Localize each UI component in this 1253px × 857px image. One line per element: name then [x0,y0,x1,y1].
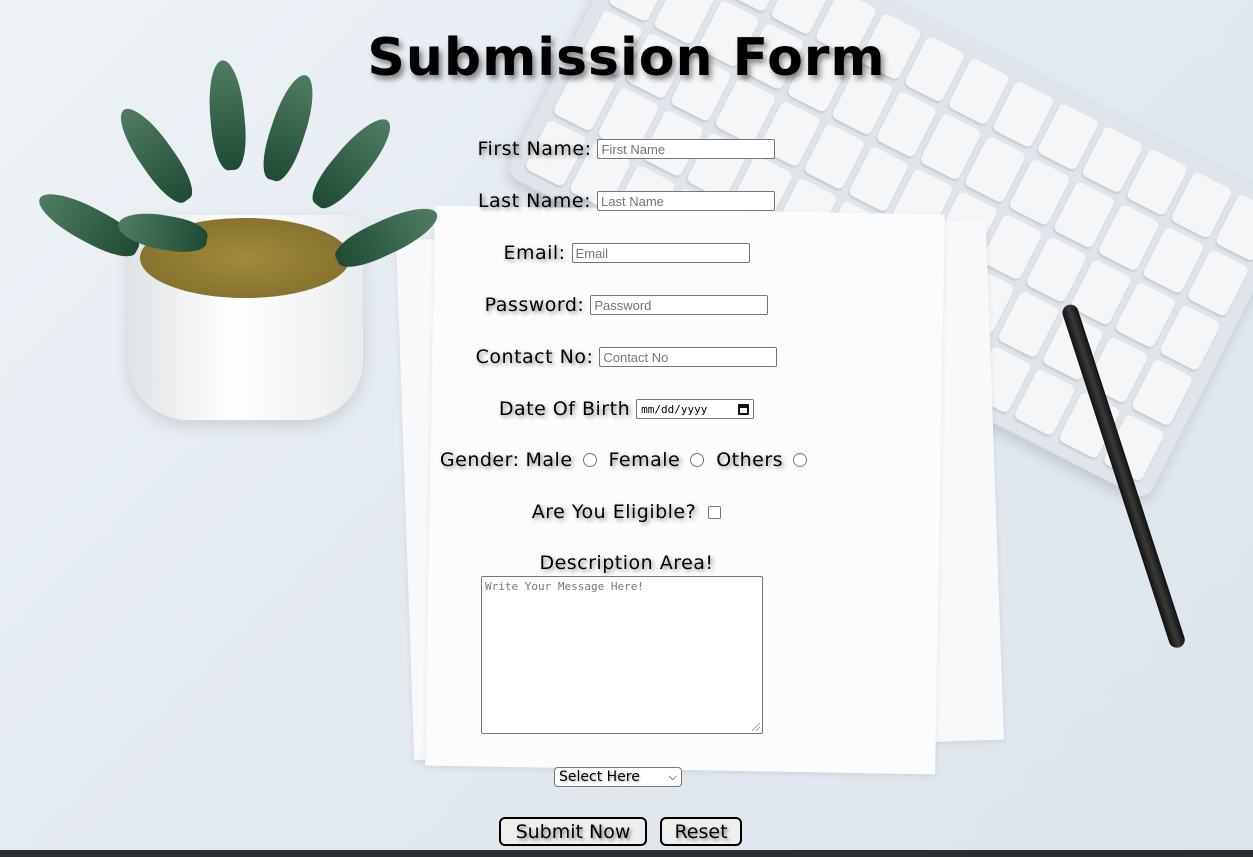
eligible-checkbox[interactable] [708,505,722,519]
description-label: Description Area! [539,552,714,574]
dob-placeholder: mm/dd/yyyy [641,402,708,416]
gender-option-others-label: Others [716,449,784,471]
gender-others-radio[interactable] [793,453,808,467]
gender-male-radio[interactable] [582,453,597,467]
gender-option-female-label: Female [608,449,681,471]
email-row: Email: [0,242,1253,264]
description-placeholder: Write Your Message Here! [485,580,644,593]
calendar-icon[interactable] [738,403,750,415]
eligible-row: Are You Eligible? [0,501,1253,523]
gender-label: Gender: [439,449,520,471]
contact-label: Contact No: [475,346,594,368]
options-select[interactable]: Select Here ⌵ [554,767,682,787]
contact-row: Contact No: [0,346,1253,368]
dob-row: Date Of Birth mm/dd/yyyy [0,398,1253,420]
first-name-label: First Name: [477,138,592,160]
contact-input[interactable] [599,347,778,367]
page-title: Submission Form [367,28,886,88]
last-name-row: Last Name: [0,190,1253,212]
gender-option-male-label: Male [525,449,573,471]
description-textarea[interactable]: Write Your Message Here! [481,576,763,734]
submission-form: Submission Form First Name: Last Name: E… [0,0,1253,857]
email-label: Email: [503,242,566,264]
email-input[interactable] [571,243,750,263]
first-name-row: First Name: [0,138,1253,160]
first-name-input[interactable] [597,139,776,159]
gender-row: Gender: Male Female Others [0,449,1253,471]
reset-button[interactable]: Reset [660,817,742,846]
chevron-down-icon: ⌵ [668,770,677,783]
dob-input[interactable]: mm/dd/yyyy [636,399,755,419]
eligible-label: Are You Eligible? [531,501,697,523]
dob-label: Date Of Birth [498,398,631,420]
gender-female-radio[interactable] [690,453,705,467]
password-row: Password: [0,294,1253,316]
password-label: Password: [484,294,585,316]
description-row: Description Area! [0,552,1253,574]
last-name-label: Last Name: [477,190,592,212]
resize-handle[interactable] [752,723,760,731]
last-name-input[interactable] [597,191,776,211]
submit-button[interactable]: Submit Now [499,817,647,846]
password-input[interactable] [590,295,769,315]
select-value: Select Here [559,769,640,785]
